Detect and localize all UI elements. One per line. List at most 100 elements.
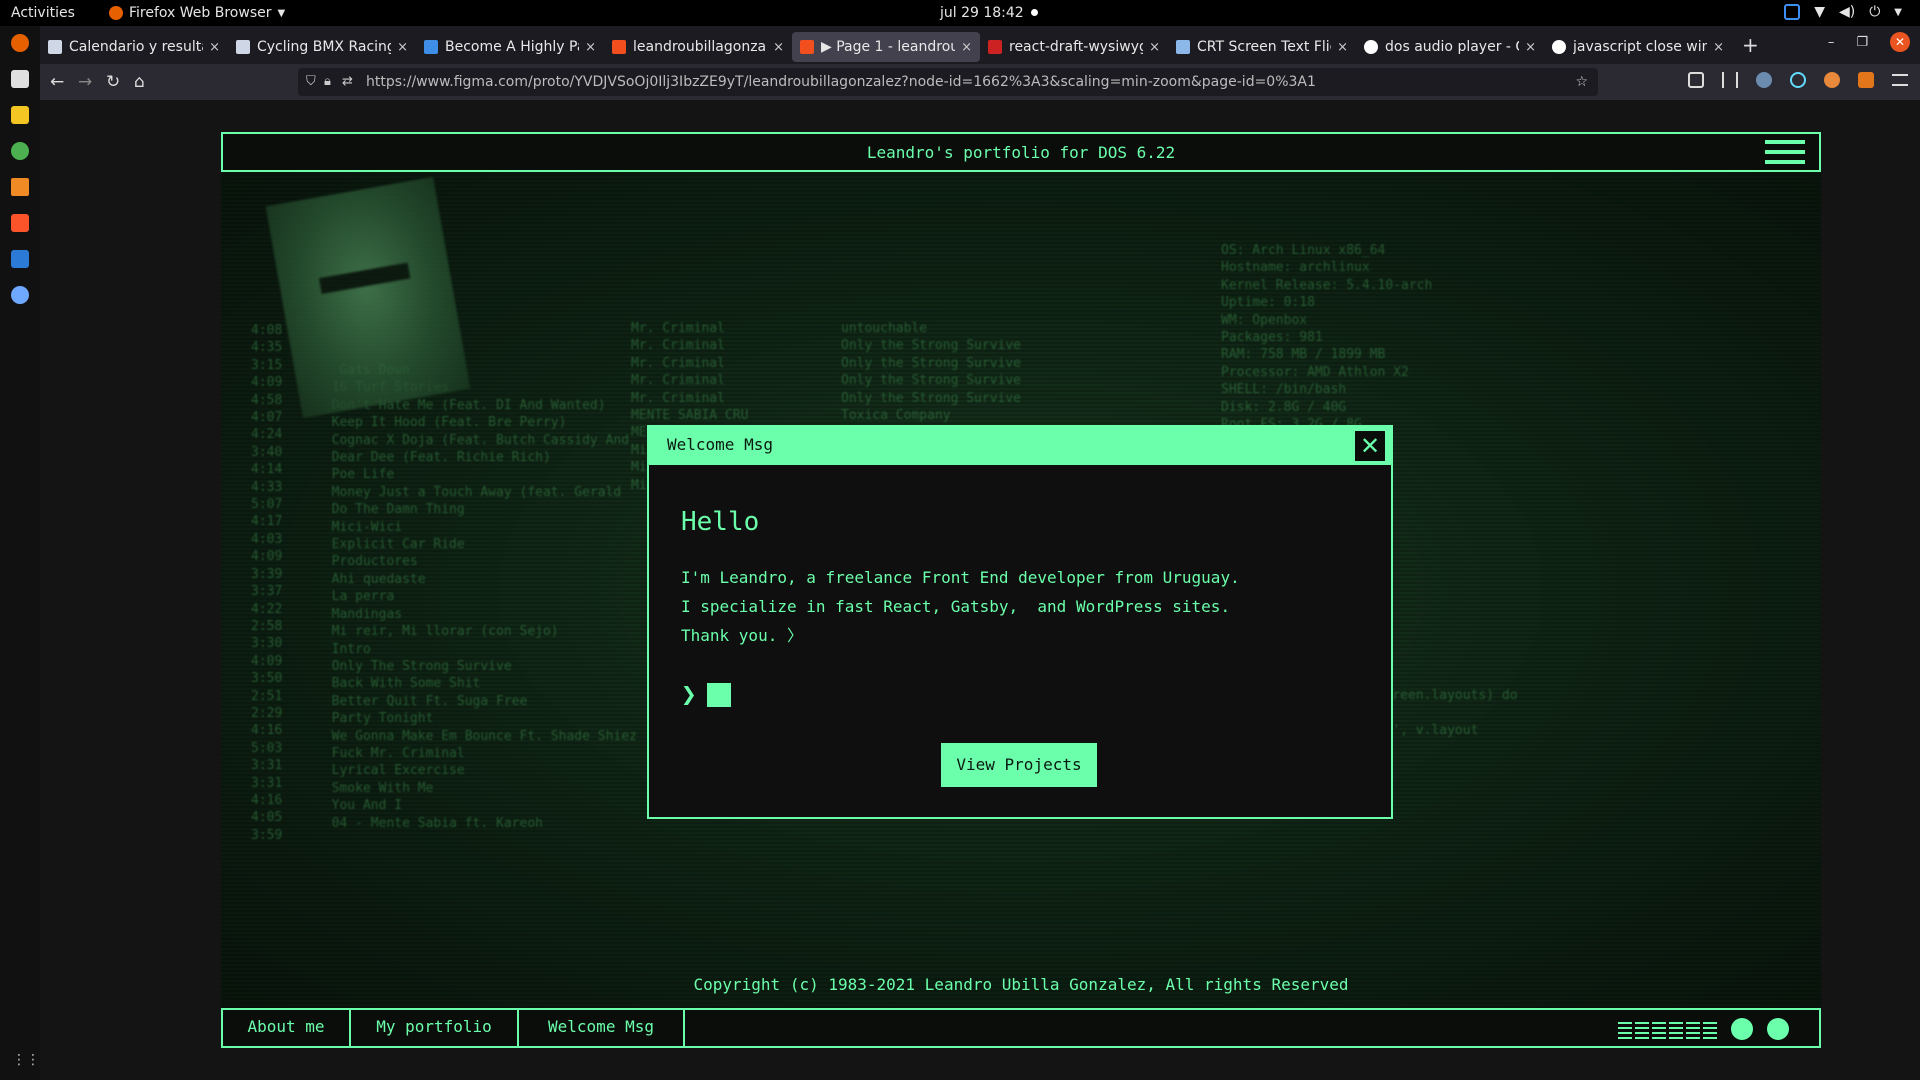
- modal-line: Thank you. 〉: [681, 626, 803, 645]
- tab-title: ▶ Page 1 - leandrou: [821, 39, 956, 55]
- tab[interactable]: Cycling BMX Racing ×: [228, 32, 416, 62]
- close-tab-icon[interactable]: ×: [209, 40, 220, 55]
- close-tab-icon[interactable]: ×: [397, 40, 408, 55]
- modal-heading: Hello: [681, 507, 760, 537]
- prompt-chevron-icon: ❯: [681, 680, 697, 710]
- tab[interactable]: Calendario y resulta ×: [40, 32, 228, 62]
- taskbar-about-me[interactable]: About me: [223, 1010, 351, 1046]
- tab[interactable]: javascript close win ×: [1544, 32, 1732, 62]
- close-icon[interactable]: ✕: [1355, 431, 1385, 461]
- app-menu[interactable]: Firefox Web Browser ▼: [109, 5, 285, 21]
- status-led-icon[interactable]: [1731, 1018, 1753, 1040]
- dropdown-arrow-icon: ▼: [277, 7, 286, 19]
- tab[interactable]: Become A Highly Pa ×: [416, 32, 604, 62]
- tab-active[interactable]: ▶ Page 1 - leandrou ×: [792, 32, 980, 62]
- wifi-icon[interactable]: ▼: [1814, 4, 1825, 20]
- clock[interactable]: jul 29 18:42: [940, 5, 1024, 21]
- navigation-toolbar: ← → ↻ ⌂ ⛉ 🔒︎ ⇄ https://www.figma.com/pro…: [40, 64, 1920, 100]
- background-decoration: Gats Down 16 Turf Stories Don't Hate Me …: [331, 363, 637, 831]
- close-tab-icon[interactable]: ×: [961, 40, 972, 55]
- system-tray[interactable]: ▼ ◀) ⏻ ▼: [1784, 4, 1902, 20]
- status-led-icon[interactable]: [1767, 1018, 1789, 1040]
- tab[interactable]: dos audio player - G ×: [1356, 32, 1544, 62]
- restore-icon[interactable]: ❐: [1856, 35, 1868, 50]
- files-icon[interactable]: [11, 70, 29, 88]
- tab[interactable]: react-draft-wysiwyg ×: [980, 32, 1168, 62]
- url-text[interactable]: https://www.figma.com/proto/YVDJVSoOj0Il…: [366, 74, 1316, 90]
- new-tab-icon[interactable]: +: [1742, 33, 1759, 57]
- activities-button[interactable]: Activities: [11, 5, 75, 21]
- google-icon: [1364, 40, 1378, 54]
- window-controls: – ❐ ✕: [1828, 32, 1910, 52]
- hamburger-menu-icon[interactable]: [1765, 140, 1805, 164]
- firefox-icon[interactable]: [11, 34, 29, 52]
- favicon-icon: [48, 40, 62, 54]
- tab[interactable]: leandroubillagonza ×: [604, 32, 792, 62]
- tab-title: Cycling BMX Racing: [257, 39, 392, 55]
- figma-icon: [612, 40, 626, 54]
- power-icon[interactable]: ⏻: [1869, 4, 1880, 20]
- menu-icon[interactable]: [1892, 74, 1908, 86]
- library-icon[interactable]: [1722, 72, 1738, 88]
- modal-line: I'm Leandro, a freelance Front End devel…: [681, 568, 1240, 587]
- tab-title: Become A Highly Pa: [445, 39, 580, 55]
- close-tab-icon[interactable]: ×: [773, 40, 784, 55]
- extension-icon[interactable]: [1824, 72, 1840, 88]
- app-icon[interactable]: [11, 286, 29, 304]
- back-icon[interactable]: ←: [50, 72, 64, 92]
- screencast-icon[interactable]: [1784, 4, 1801, 20]
- react-devtools-icon[interactable]: [1790, 72, 1806, 88]
- lock-icon[interactable]: 🔒︎: [324, 68, 331, 96]
- dos-taskbar: About me My portfolio Welcome Msg: [221, 1008, 1821, 1048]
- extension-icon[interactable]: [1756, 72, 1772, 88]
- forward-icon[interactable]: →: [78, 72, 92, 92]
- close-window-icon[interactable]: ✕: [1890, 32, 1910, 52]
- favicon-icon: [988, 40, 1002, 54]
- taskbar-welcome-msg[interactable]: Welcome Msg: [519, 1010, 685, 1046]
- notification-dot: [1031, 9, 1038, 16]
- modal-titlebar[interactable]: Welcome Msg ✕: [649, 427, 1391, 465]
- close-tab-icon[interactable]: ×: [1525, 40, 1536, 55]
- home-icon[interactable]: ⌂: [134, 72, 145, 92]
- system-top-bar: Activities Firefox Web Browser ▼ jul 29 …: [0, 0, 1920, 26]
- pocket-icon[interactable]: [1688, 72, 1704, 88]
- dropdown-arrow-icon[interactable]: ▼: [1894, 7, 1902, 18]
- blinking-cursor: [706, 683, 731, 707]
- close-tab-icon[interactable]: ×: [1337, 40, 1348, 55]
- audio-equalizer-icon[interactable]: [1618, 1019, 1717, 1039]
- modal-line: I specialize in fast React, Gatsby, and …: [681, 597, 1231, 616]
- dock: ⋮⋮⋮: [0, 26, 54, 1080]
- command-prompt[interactable]: ❯: [681, 680, 731, 710]
- tab-title: CRT Screen Text Flic: [1197, 39, 1332, 55]
- figma-icon: [800, 40, 814, 54]
- app-icon[interactable]: [11, 250, 29, 268]
- tab[interactable]: CRT Screen Text Flic ×: [1168, 32, 1356, 62]
- tab-title: leandroubillagonza: [633, 39, 767, 55]
- close-tab-icon[interactable]: ×: [1713, 40, 1724, 55]
- tab-title: dos audio player - G: [1385, 39, 1520, 55]
- firefox-icon: [109, 6, 123, 20]
- favicon-icon: [1176, 40, 1190, 54]
- view-projects-button[interactable]: View Projects: [941, 743, 1097, 787]
- modal-title: Welcome Msg: [667, 435, 773, 454]
- close-tab-icon[interactable]: ×: [585, 40, 596, 55]
- chrome-icon[interactable]: [11, 142, 29, 160]
- bookmark-star-icon[interactable]: ☆: [1575, 68, 1588, 96]
- metamask-icon[interactable]: [1858, 72, 1874, 88]
- favicon-icon: [236, 40, 250, 54]
- reload-icon[interactable]: ↻: [106, 72, 120, 92]
- brave-icon[interactable]: [11, 214, 29, 232]
- volume-icon[interactable]: ◀): [1839, 4, 1855, 20]
- shield-icon[interactable]: ⛉: [306, 68, 316, 96]
- background-decoration: OS: Arch Linux x86_64 Hostname: archlinu…: [1221, 243, 1433, 449]
- tab-title: react-draft-wysiwyg: [1009, 39, 1144, 55]
- settings-icon[interactable]: [11, 106, 29, 124]
- close-tab-icon[interactable]: ×: [1149, 40, 1160, 55]
- portfolio-header: Leandro's portfolio for DOS 6.22: [221, 132, 1821, 172]
- permissions-icon[interactable]: ⇄: [342, 68, 353, 96]
- vlc-icon[interactable]: [11, 178, 29, 196]
- url-bar[interactable]: ⛉ 🔒︎ ⇄ https://www.figma.com/proto/YVDJV…: [298, 68, 1598, 96]
- portfolio-title: Leandro's portfolio for DOS 6.22: [866, 143, 1176, 162]
- minimize-icon[interactable]: –: [1828, 35, 1835, 50]
- taskbar-my-portfolio[interactable]: My portfolio: [351, 1010, 519, 1046]
